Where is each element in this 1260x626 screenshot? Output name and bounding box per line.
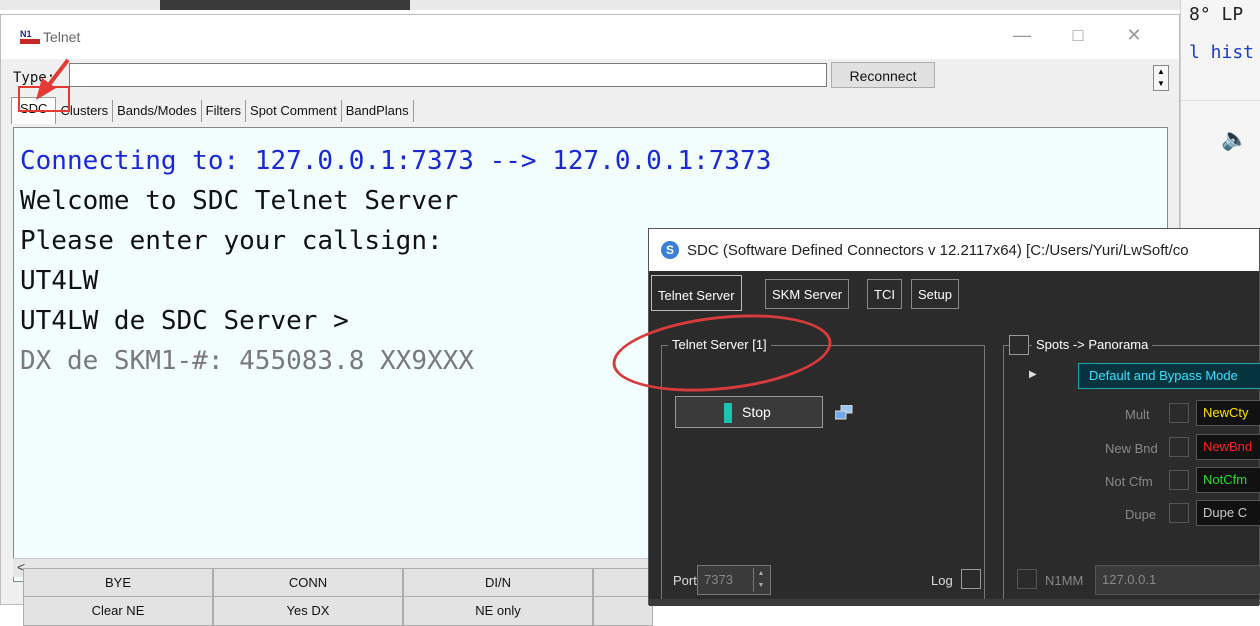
- console-line: UT4LW de SDC Server >: [20, 306, 349, 336]
- sdc-title: SDC (Software Defined Connectors v 12.21…: [687, 242, 1189, 259]
- tab-bands-modes[interactable]: Bands/Modes: [113, 100, 202, 122]
- background-link-line: l hist: [1189, 42, 1255, 63]
- mult-label: Mult: [1125, 407, 1150, 422]
- not-cfm-label: Not Cfm: [1105, 474, 1153, 489]
- macro-button[interactable]: [593, 568, 653, 598]
- sdc-window: S SDC (Software Defined Connectors v 12.…: [648, 228, 1260, 606]
- macro-button-bye[interactable]: BYE: [23, 568, 213, 598]
- macro-button-ne-only[interactable]: NE only: [403, 596, 593, 626]
- sdc-app-icon: S: [661, 241, 679, 259]
- n1mm-app-icon: N1: [19, 27, 41, 45]
- n1mm-label: N1MM: [1045, 573, 1084, 588]
- type-row: Type: Reconnect ▲ ▼: [1, 59, 1179, 95]
- expand-arrow-icon[interactable]: ▶: [1029, 369, 1037, 380]
- console-line: Please enter your callsign:: [20, 226, 443, 256]
- console-line: UT4LW: [20, 266, 99, 296]
- divider: [1181, 100, 1260, 101]
- macro-button-di-n[interactable]: DI/N: [403, 568, 593, 598]
- new-bnd-checkbox[interactable]: [1169, 437, 1189, 457]
- sdc-titlebar[interactable]: S SDC (Software Defined Connectors v 12.…: [649, 229, 1259, 271]
- background-dark-bar: [160, 0, 410, 10]
- notcfm-color-box[interactable]: NotCfm: [1196, 467, 1260, 493]
- maximize-icon[interactable]: □: [1063, 25, 1093, 46]
- dupe-color-box[interactable]: Dupe C: [1196, 500, 1260, 526]
- network-icon: [835, 405, 853, 420]
- macro-button-conn[interactable]: CONN: [213, 568, 403, 598]
- tab-telnet-server[interactable]: Telnet Server: [651, 275, 742, 311]
- tab-filters[interactable]: Filters: [202, 100, 247, 122]
- tab-setup[interactable]: Setup: [911, 279, 959, 309]
- console-line: Connecting to: 127.0.0.1:7373 --> 127.0.…: [20, 146, 772, 176]
- type-input[interactable]: [69, 63, 827, 87]
- telnet-titlebar[interactable]: N1 Telnet — □ ✕: [1, 15, 1179, 59]
- n1mm-checkbox[interactable]: [1017, 569, 1037, 589]
- macro-button-yes-dx[interactable]: Yes DX: [213, 596, 403, 626]
- port-value: 7373: [704, 572, 733, 587]
- dupe-checkbox[interactable]: [1169, 503, 1189, 523]
- log-label: Log: [931, 573, 953, 588]
- background-text-line: 8° LP: [1189, 4, 1244, 25]
- tab-spot-comment[interactable]: Spot Comment: [246, 100, 342, 122]
- port-input[interactable]: 7373 ▲ ▼: [697, 565, 771, 595]
- n1mm-ip-input[interactable]: 127.0.0.1: [1095, 565, 1260, 595]
- newbnd-color-box[interactable]: NewBnd: [1196, 434, 1260, 460]
- telnet-title: Telnet: [43, 29, 81, 45]
- dupe-label: Dupe: [1125, 507, 1157, 522]
- tab-tci[interactable]: TCI: [867, 279, 902, 309]
- spots-panorama-label: Spots -> Panorama: [1032, 337, 1153, 352]
- spots-panorama-checkbox[interactable]: [1009, 335, 1029, 355]
- sdc-tabs: Telnet Server SKM Server TCI Setup: [649, 271, 1259, 313]
- log-checkbox[interactable]: [961, 569, 981, 589]
- macro-button-clear-ne[interactable]: Clear NE: [23, 596, 213, 626]
- macro-button[interactable]: [593, 596, 653, 626]
- not-cfm-checkbox[interactable]: [1169, 470, 1189, 490]
- annotation-highlight-box: [18, 86, 70, 112]
- close-icon[interactable]: ✕: [1119, 25, 1149, 46]
- new-bnd-label: New Bnd: [1105, 441, 1158, 456]
- newcty-color-box[interactable]: NewCty: [1196, 400, 1260, 426]
- svg-text:N1: N1: [20, 29, 32, 39]
- tab-bandplans[interactable]: BandPlans: [342, 100, 414, 122]
- stop-label: Stop: [742, 404, 771, 420]
- speaker-icon[interactable]: 🔈: [1221, 126, 1248, 152]
- console-line: Welcome to SDC Telnet Server: [20, 186, 459, 216]
- reconnect-button[interactable]: Reconnect: [831, 62, 935, 88]
- stop-button[interactable]: Stop: [675, 396, 823, 428]
- background-app-strip: [0, 0, 1260, 10]
- mult-checkbox[interactable]: [1169, 403, 1189, 423]
- mode-select[interactable]: Default and Bypass Mode: [1078, 363, 1260, 389]
- running-indicator: [724, 403, 732, 423]
- console-line: DX de SKM1-#: 455083.8 XX9XXX: [20, 346, 474, 376]
- spin-arrows-icon[interactable]: ▲ ▼: [1153, 65, 1169, 91]
- minimize-icon[interactable]: —: [1007, 25, 1037, 46]
- tab-skm-server[interactable]: SKM Server: [765, 279, 850, 309]
- port-spin-icon[interactable]: ▲ ▼: [753, 568, 768, 592]
